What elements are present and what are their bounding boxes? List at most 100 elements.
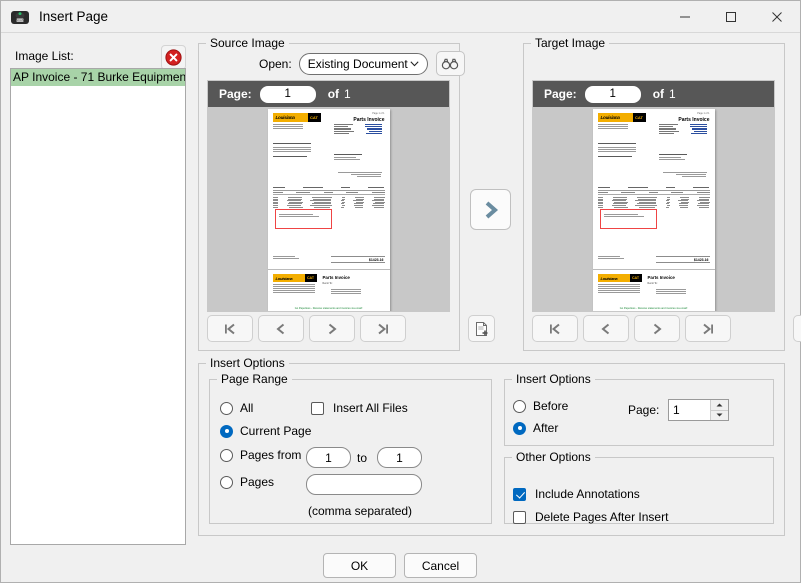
radio-all-label: All [240,401,254,415]
radio-pages-from-indicator [220,448,233,462]
cancel-button[interactable]: Cancel [404,553,477,578]
caret-down-icon [716,413,723,417]
radio-after[interactable]: After [513,421,558,435]
source-prev-page-button[interactable] [258,315,304,342]
cat-logo-text: Louisiana [275,115,295,120]
insert-page-spin-buttons [710,400,728,420]
radio-pages-from[interactable]: Pages from [220,448,301,462]
target-viewer: Page: of 1 Page 1 of 1 Louisiana CAT Par… [532,80,775,312]
source-open-label: Open: [259,56,292,71]
doc-total-target: $1423.16 [655,256,710,263]
delete-image-button[interactable] [161,45,186,70]
maximize-button[interactable] [708,1,754,32]
target-page-input[interactable] [584,85,641,103]
binoculars-icon [442,58,459,69]
pages-from-input[interactable] [306,447,351,468]
source-page-label: Page: [219,87,252,101]
cat-brand-mark-footer: CAT [304,274,317,282]
chevron-right-icon [485,200,498,219]
delete-circle-icon [165,49,182,66]
window-title: Insert Page [39,9,109,24]
radio-before-label: Before [533,399,569,413]
checkbox-insert-all-files-indicator [311,401,324,415]
target-prev-page-button[interactable] [583,315,629,342]
pages-list-input[interactable] [306,474,422,495]
add-document-icon [475,321,487,336]
target-image-group-label: Target Image [531,36,610,50]
radio-current-page[interactable]: Current Page [220,424,311,438]
target-page-label: Page: [544,87,577,101]
cat-logo-text-footer: Louisiana [275,275,293,281]
cat-brand-mark-target: CAT [632,113,646,122]
checkbox-insert-all-files[interactable]: Insert All Files [311,401,408,415]
insert-page-dialog: SCAN Insert Page Image List: AP Invoice … [0,0,801,583]
doc-corner-note: Page 1 of 1 [372,112,385,115]
doc-title-target: Parts Invoice [678,117,710,123]
pages-to-label: to [357,451,368,465]
doc-footer-note-target: Remit To: [647,282,658,285]
radio-current-page-label: Current Page [240,424,312,438]
cat-logo-text-target: Louisiana [600,115,620,120]
source-document-thumbnail[interactable]: Page 1 of 1 Louisiana CAT Parts Invoice [267,109,390,311]
checkbox-include-annotations-indicator [513,487,526,501]
radio-pages[interactable]: Pages [220,475,274,489]
source-add-document-button[interactable] [468,315,495,342]
doc-line-items [272,187,385,208]
transfer-to-target-button[interactable] [470,189,511,230]
insert-page-label: Page: [628,403,660,417]
source-page-input[interactable] [259,85,316,103]
insert-page-stepper[interactable] [668,399,729,421]
target-viewer-header: Page: of 1 [533,81,774,107]
radio-after-indicator [513,421,526,435]
next-page-icon [653,323,662,334]
target-viewer-body[interactable]: Page 1 of 1 Louisiana CAT Parts Invoice [533,107,774,311]
doc-footer-title: Parts Invoice [322,275,350,280]
radio-all[interactable]: All [220,401,253,415]
pages-to-input[interactable] [377,447,422,468]
close-button[interactable] [754,1,800,32]
target-of-label: of [652,87,665,101]
target-document-thumbnail[interactable]: Page 1 of 1 Louisiana CAT Parts Invoice [592,109,715,311]
checkbox-include-annotations-label: Include Annotations [535,487,640,501]
ok-button[interactable]: OK [323,553,396,578]
source-first-page-button[interactable] [207,315,253,342]
checkbox-delete-pages-after-insert[interactable]: Delete Pages After Insert [513,510,668,524]
target-remove-document-button[interactable] [793,315,801,342]
caret-up-icon [716,403,723,407]
radio-before[interactable]: Before [513,399,568,413]
svg-text:SCAN: SCAN [16,18,24,22]
next-page-icon [328,323,337,334]
source-browse-button[interactable] [435,51,465,76]
chevron-down-icon [410,60,419,66]
list-item[interactable]: AP Invoice - 71 Burke Equipment S [11,69,185,86]
source-open-select[interactable]: Existing Document [298,52,428,75]
cat-logo-target: Louisiana CAT [597,113,646,122]
checkbox-include-annotations[interactable]: Include Annotations [513,487,640,501]
image-list-label: Image List: [15,49,74,63]
doc-green-footer-target: Go Paperless - Receive statements and in… [593,307,715,310]
doc-footer-note: Remit To: [322,282,333,285]
doc-annotation-box [274,209,332,229]
doc-green-footer: Go Paperless - Receive statements and in… [268,307,390,310]
pages-hint: (comma separated) [308,504,413,518]
last-page-icon [703,323,713,334]
radio-pages-from-label: Pages from [240,448,302,462]
source-page-total: 1 [344,87,351,101]
first-page-icon [550,323,560,334]
doc-annotation-box-target [599,209,657,229]
scanner-icon: SCAN [10,7,30,27]
last-page-icon [378,323,388,334]
source-viewer-body[interactable]: Page 1 of 1 Louisiana CAT Parts Invoice [208,107,449,311]
target-next-page-button[interactable] [634,315,680,342]
source-last-page-button[interactable] [360,315,406,342]
spin-down-button[interactable] [711,409,728,420]
image-list-box[interactable]: AP Invoice - 71 Burke Equipment S [10,68,186,545]
minimize-button[interactable] [662,1,708,32]
source-next-page-button[interactable] [309,315,355,342]
spin-up-button[interactable] [711,400,728,410]
insert-page-input[interactable] [669,400,710,420]
target-first-page-button[interactable] [532,315,578,342]
insert-options-group-label: Insert Options [206,356,289,370]
target-last-page-button[interactable] [685,315,731,342]
checkbox-delete-pages-after-insert-indicator [513,510,526,524]
